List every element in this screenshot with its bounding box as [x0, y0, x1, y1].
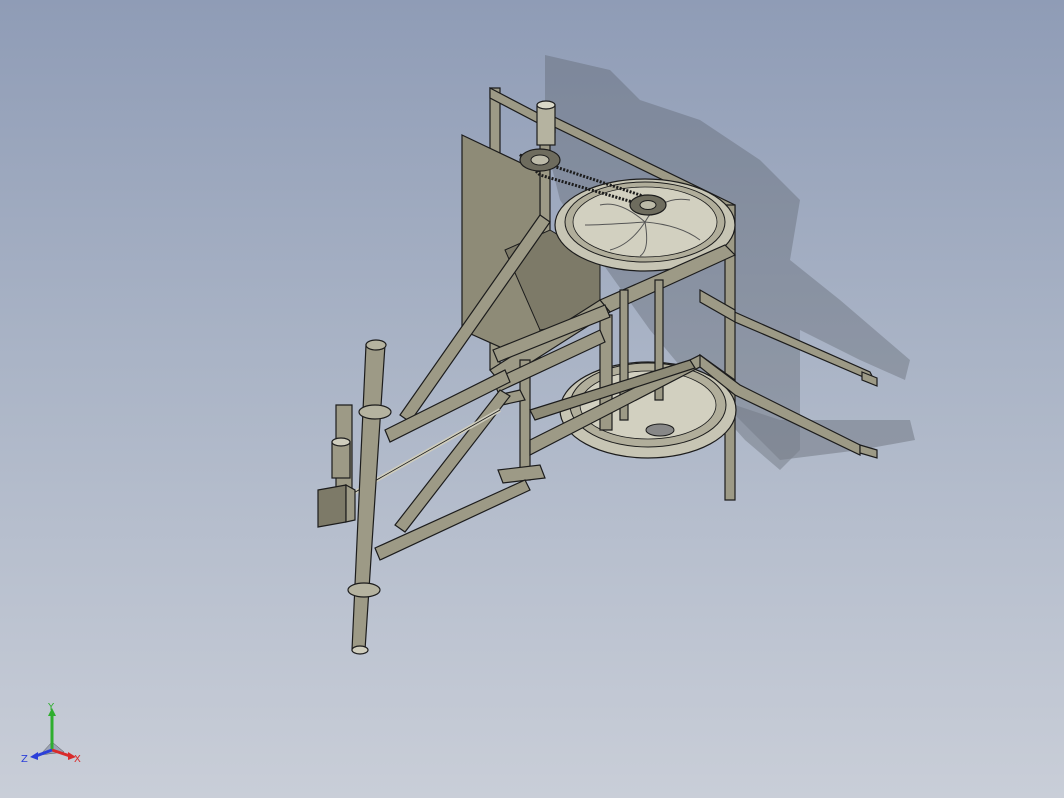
z-axis-label: Z: [21, 754, 28, 765]
x-axis-label: X: [74, 754, 81, 765]
cad-model-view[interactable]: [0, 0, 1064, 798]
z-arrow-icon: [30, 752, 38, 760]
coordinate-triad[interactable]: Y X Z: [18, 700, 88, 770]
y-axis-label: Y: [47, 702, 55, 713]
motor-shaft[interactable]: [536, 100, 556, 146]
guide-assembly[interactable]: [317, 404, 356, 528]
graphics-viewport[interactable]: Y X Z: [0, 0, 1064, 798]
